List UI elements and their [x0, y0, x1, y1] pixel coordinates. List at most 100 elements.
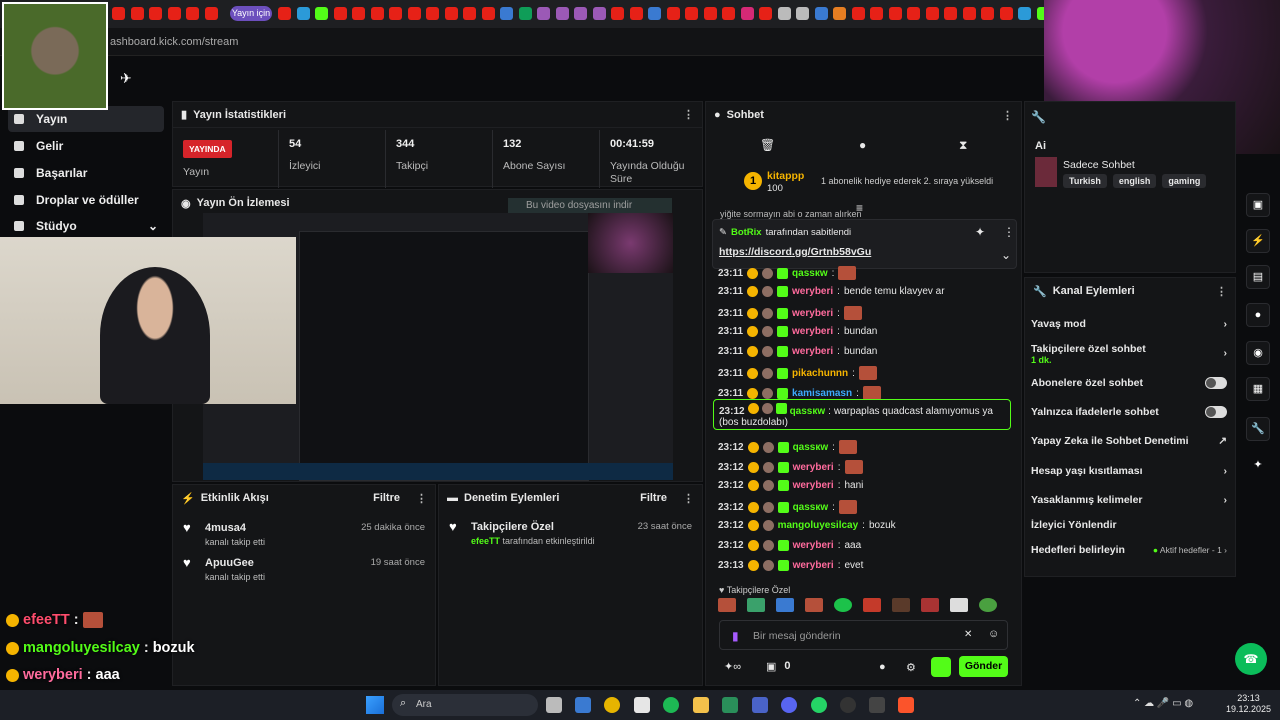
filter-button[interactable]: Filtre: [373, 492, 400, 504]
browser-tab-favicon[interactable]: [574, 7, 587, 20]
filter-button[interactable]: Filtre: [640, 492, 667, 504]
browser-tab-favicon[interactable]: [648, 7, 661, 20]
browser-tab-favicon[interactable]: [796, 7, 809, 20]
browser-tab-favicon[interactable]: [925, 7, 939, 20]
windows-start-icon[interactable]: [366, 696, 384, 714]
emote-icon[interactable]: [921, 598, 939, 612]
emote-icon[interactable]: [834, 598, 852, 612]
kick-bot-icon[interactable]: [931, 657, 951, 677]
more-icon[interactable]: ⋮: [1003, 225, 1015, 239]
toggle-switch[interactable]: [1205, 406, 1227, 418]
browser-tab-favicon[interactable]: [167, 7, 181, 20]
browser-tab-favicon[interactable]: [333, 7, 347, 20]
chat-username[interactable]: weryberi: [792, 346, 833, 357]
pin-icon[interactable]: ✈: [120, 70, 132, 87]
emoji-icon[interactable]: ☺: [988, 628, 999, 640]
browser-tab-favicon[interactable]: [999, 7, 1013, 20]
browser-tab-favicon[interactable]: [500, 7, 513, 20]
emote-icon[interactable]: [979, 598, 997, 612]
chat-username[interactable]: weryberi: [793, 560, 834, 571]
emote-icon[interactable]: [950, 598, 968, 612]
url-text[interactable]: ashboard.kick.com/stream: [110, 36, 238, 48]
chat-username[interactable]: qassкw: [790, 406, 826, 417]
browser-tab-favicon[interactable]: [149, 7, 162, 20]
browser-tab-favicon[interactable]: [611, 7, 624, 20]
emote-icon[interactable]: [892, 598, 910, 612]
browser-tab-favicon[interactable]: [944, 7, 957, 20]
browser-tab-favicon[interactable]: [888, 7, 902, 20]
chat-username[interactable]: weryberi: [793, 480, 834, 491]
chat-username[interactable]: weryberi: [792, 326, 833, 337]
hourglass-icon[interactable]: ⧗: [959, 138, 967, 153]
task-view-icon[interactable]: [546, 697, 562, 713]
action-ai-moderation[interactable]: Yapay Zeka ile Sohbet Denetimi ↗: [1031, 435, 1227, 447]
browser-tab-favicon[interactable]: [777, 7, 791, 20]
edge-icon[interactable]: [722, 697, 738, 713]
rail-chat-icon[interactable]: ●: [1246, 303, 1270, 327]
send-button[interactable]: Gönder: [959, 656, 1008, 677]
browser-tab-favicon[interactable]: [851, 7, 865, 20]
chrome-icon[interactable]: [604, 697, 620, 713]
browser-tab-favicon[interactable]: [907, 7, 920, 20]
gear-icon[interactable]: ⚙: [906, 661, 916, 674]
emote-icon[interactable]: [747, 598, 765, 612]
more-icon[interactable]: ⋮: [1216, 285, 1227, 298]
chat-input[interactable]: ▮ Bir mesaj gönderin ✕ ☺: [719, 620, 1008, 650]
obs-icon[interactable]: [840, 697, 856, 713]
browser-tab-favicon[interactable]: [407, 7, 421, 20]
browser-tab-favicon[interactable]: [278, 7, 291, 20]
browser-tab-favicon[interactable]: [463, 7, 476, 20]
more-icon[interactable]: ⋮: [1002, 109, 1013, 122]
unpin-icon[interactable]: ✦: [975, 225, 985, 239]
action-slow-mode[interactable]: Yavaş mod ›: [1031, 318, 1227, 330]
browser-tab-favicon[interactable]: [592, 7, 606, 20]
tray-icons[interactable]: ⌃ ☁ 🎤 ▭ ◍: [1133, 698, 1193, 709]
browser-tab-favicon[interactable]: [444, 7, 458, 20]
download-banner[interactable]: Bu video dosyasını indir: [508, 198, 672, 213]
chat-username[interactable]: mangoluyesilcay: [778, 520, 859, 531]
tag[interactable]: english: [1112, 174, 1157, 188]
browser-tab-favicon[interactable]: [740, 7, 754, 20]
sidebar-item-basarilar[interactable]: Başarılar: [8, 160, 164, 186]
browser-tab-favicon[interactable]: [518, 7, 532, 20]
points-counter[interactable]: ▣ 0: [766, 660, 791, 673]
chat-username[interactable]: weryberi: [793, 540, 834, 551]
active-tab[interactable]: Yayın için: [230, 6, 272, 21]
terminal-icon[interactable]: [869, 697, 885, 713]
browser-tab-favicon[interactable]: [352, 7, 365, 20]
rail-bolt-icon[interactable]: ⚡: [1246, 229, 1270, 253]
browser-tab-favicon[interactable]: [1018, 7, 1031, 20]
sidebar-item-gelir[interactable]: Gelir: [8, 133, 164, 159]
browser-tab-favicon[interactable]: [833, 7, 846, 20]
category-thumbnail[interactable]: [1035, 157, 1057, 187]
browser-tab-favicon[interactable]: [186, 7, 199, 20]
emote-icon[interactable]: [776, 598, 794, 612]
chevron-down-icon[interactable]: ⌄: [1001, 248, 1011, 262]
whatsapp-icon[interactable]: [811, 697, 827, 713]
app-icon[interactable]: [634, 697, 650, 713]
top-gifter-name[interactable]: kitappp: [767, 170, 804, 182]
tag[interactable]: Turkish: [1063, 174, 1107, 188]
browser-tab-favicon[interactable]: [814, 7, 828, 20]
taskbar-search[interactable]: ⌕ Ara: [392, 694, 538, 716]
sidebar-item-studyo[interactable]: Stüdyo ⌄: [8, 213, 164, 239]
browser-tab-favicon[interactable]: [296, 7, 310, 20]
action-goals[interactable]: Hedefleri belirleyin ● Aktif hedefler - 1…: [1031, 544, 1227, 556]
action-host[interactable]: İzleyici Yönlendir: [1031, 519, 1227, 531]
discord-icon[interactable]: [781, 697, 797, 713]
browser-tab-favicon[interactable]: [722, 7, 735, 20]
tag[interactable]: gaming: [1162, 174, 1207, 188]
chat-username[interactable]: qassкw: [793, 442, 829, 453]
event-user[interactable]: ApuuGee: [205, 557, 265, 569]
browser-tab-favicon[interactable]: [629, 7, 643, 20]
action-banned-words[interactable]: Yasaklanmış kelimeler ›: [1031, 494, 1227, 506]
file-explorer-icon[interactable]: [693, 697, 709, 713]
action-account-age[interactable]: Hesap yaşı kısıtlaması ›: [1031, 465, 1227, 477]
rail-wrench-icon[interactable]: 🔧: [1246, 417, 1270, 441]
browser-tab-favicon[interactable]: [426, 7, 439, 20]
browser-tab-favicon[interactable]: [555, 7, 569, 20]
chat-username[interactable]: kamisamasn: [792, 388, 852, 399]
emote-icon[interactable]: [718, 598, 736, 612]
browser-tab-favicon[interactable]: [315, 7, 328, 20]
browser-tab-favicon[interactable]: [370, 7, 384, 20]
